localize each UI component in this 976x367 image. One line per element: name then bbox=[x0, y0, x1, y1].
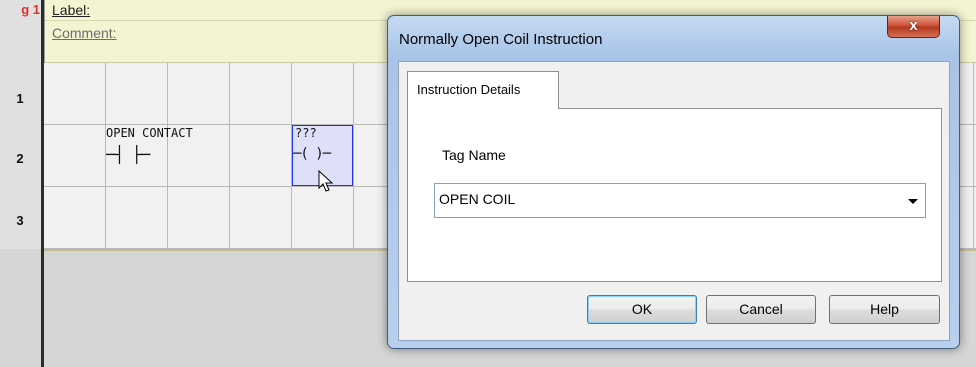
rung-number-gutter: g 1 1 2 3 bbox=[0, 0, 45, 249]
rung-label-link[interactable]: Label: bbox=[52, 2, 90, 18]
dialog-title: Normally Open Coil Instruction bbox=[399, 31, 603, 48]
tab-instruction-details[interactable]: Instruction Details bbox=[407, 71, 559, 109]
close-icon: x bbox=[909, 17, 918, 34]
tag-name-label: Tag Name bbox=[442, 147, 506, 163]
rung-number-1: 1 bbox=[16, 91, 24, 106]
rung-number-3: 3 bbox=[16, 213, 24, 228]
normally-open-contact-icon[interactable]: ─┤ ├─ bbox=[106, 145, 150, 164]
chevron-down-icon[interactable] bbox=[908, 199, 918, 204]
dialog-body: Instruction Details Tag Name OPEN COIL O… bbox=[398, 61, 950, 341]
rung-tag: g 1 bbox=[21, 2, 40, 17]
tab-panel: Tag Name OPEN COIL bbox=[407, 108, 942, 282]
help-button[interactable]: Help bbox=[829, 295, 940, 324]
contact-tag-label: OPEN CONTACT bbox=[106, 126, 193, 140]
tag-name-combobox[interactable]: OPEN COIL bbox=[434, 183, 926, 218]
rung-comment-link[interactable]: Comment: bbox=[52, 25, 117, 41]
ok-button[interactable]: OK bbox=[587, 295, 697, 324]
coil-tag-label: ??? bbox=[295, 126, 317, 140]
tag-name-value[interactable]: OPEN COIL bbox=[439, 191, 515, 207]
coil-instruction-dialog: Normally Open Coil Instruction x Instruc… bbox=[387, 15, 960, 349]
mouse-pointer-icon bbox=[318, 170, 334, 192]
cancel-button[interactable]: Cancel bbox=[706, 295, 816, 324]
rung-number-2: 2 bbox=[16, 151, 24, 166]
normally-open-coil-icon[interactable]: ─( )─ bbox=[293, 146, 331, 162]
close-button[interactable]: x bbox=[887, 16, 940, 38]
left-power-rail bbox=[41, 0, 44, 367]
